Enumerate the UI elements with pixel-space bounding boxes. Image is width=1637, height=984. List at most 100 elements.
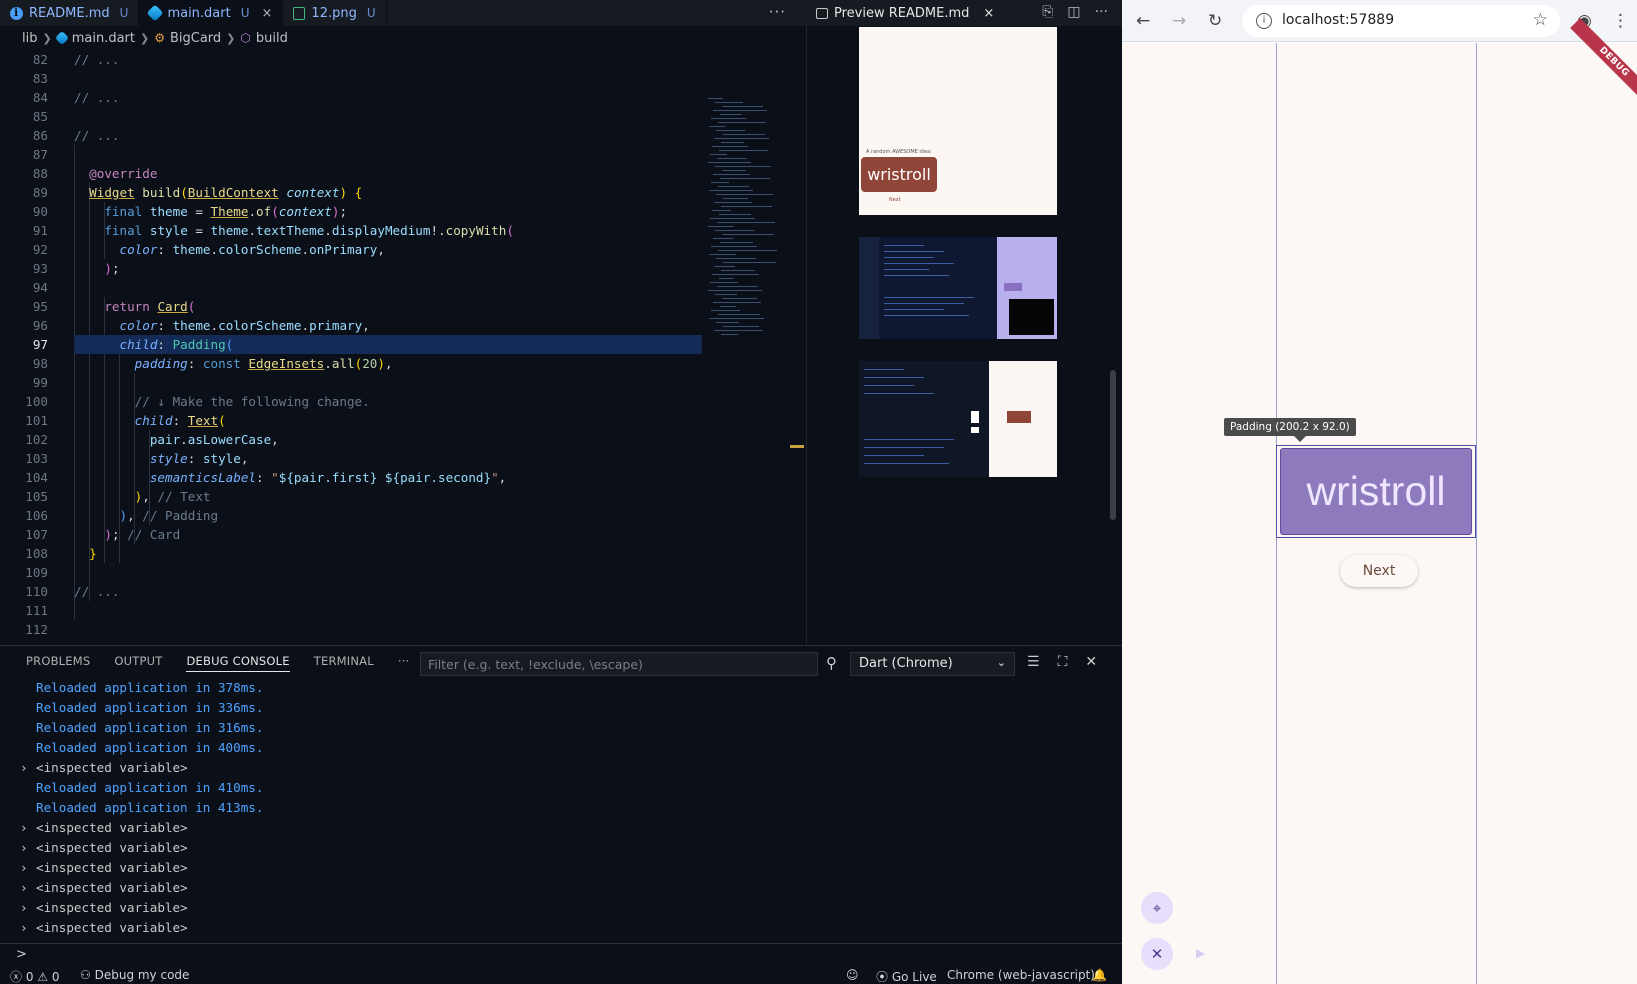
line-number: 92	[32, 242, 48, 257]
breadcrumb-item[interactable]: main.dart	[72, 31, 135, 46]
debug-console-output[interactable]: Reloaded application in 378ms. Reloaded a…	[20, 678, 1100, 938]
minimap-line	[711, 246, 757, 247]
tab-output[interactable]: OUTPUT	[114, 654, 162, 672]
chevron-right-icon[interactable]: ›	[20, 818, 36, 838]
minimap-line	[723, 198, 748, 199]
minimap-line	[715, 102, 743, 103]
chevron-right-icon[interactable]: ›	[20, 838, 36, 858]
divider	[0, 943, 1122, 944]
forward-icon[interactable]: →	[1172, 11, 1186, 31]
chevron-right-icon[interactable]: ›	[20, 918, 36, 938]
breadcrumb-item[interactable]: BigCard	[170, 31, 221, 46]
tab-debug-console[interactable]: DEBUG CONSOLE	[186, 654, 290, 672]
problems-status[interactable]: ⓧ 0 ⚠ 0	[10, 968, 60, 984]
line-number: 103	[25, 451, 48, 466]
more-actions-icon[interactable]: ···	[769, 3, 786, 21]
line-number: 111	[25, 603, 48, 618]
close-panel-icon[interactable]: ✕	[1085, 654, 1097, 670]
reload-icon[interactable]: ↻	[1208, 11, 1222, 31]
close-icon[interactable]: ✕	[1141, 938, 1173, 970]
chevron-right-icon[interactable]: ›	[20, 858, 36, 878]
console-variable-label: <inspected variable>	[36, 880, 188, 895]
console-variable[interactable]: › <inspected variable>	[20, 878, 1100, 898]
chevron-right-icon[interactable]: ›	[20, 758, 36, 778]
go-live-status[interactable]: ⦿ Go Live	[876, 968, 937, 984]
markdown-preview[interactable]: A random AWESOME idea: wristroll Next	[806, 26, 1122, 645]
big-card[interactable]: wristroll	[1280, 448, 1472, 535]
tab-problems[interactable]: PROBLEMS	[26, 654, 90, 672]
code-line: color: theme.colorScheme.primary,	[119, 318, 370, 333]
more-actions-icon[interactable]: ···	[1095, 4, 1108, 20]
line-number: 104	[25, 470, 48, 485]
console-variable[interactable]: › <inspected variable>	[20, 858, 1100, 878]
breadcrumb-item[interactable]: lib	[22, 31, 37, 46]
chevron-right-icon: ❯	[226, 31, 236, 45]
line-number: 91	[32, 223, 48, 238]
target-device-status[interactable]: Chrome (web-javascript)	[947, 968, 1095, 982]
console-prompt[interactable]: >	[16, 947, 27, 962]
line-number: 90	[32, 204, 48, 219]
debug-session-select[interactable]: Dart (Chrome) ⌄	[850, 652, 1015, 676]
open-source-icon[interactable]: ⎘	[1042, 4, 1053, 20]
code-line: // ...	[74, 52, 120, 67]
console-variable[interactable]: › <inspected variable>	[20, 838, 1100, 858]
tab-terminal[interactable]: TERMINAL	[314, 654, 374, 672]
minimap-line	[721, 270, 755, 271]
maximize-panel-icon[interactable]: ⛶	[1058, 654, 1068, 670]
minimap-line	[720, 114, 742, 115]
console-variable[interactable]: › <inspected variable>	[20, 918, 1100, 938]
minimap-line	[723, 326, 759, 327]
tab-readme[interactable]: README.md U	[0, 0, 140, 26]
console-variable[interactable]: › <inspected variable>	[20, 898, 1100, 918]
minimap-line	[709, 126, 725, 127]
expand-arrow-icon[interactable]: ▶	[1196, 946, 1205, 960]
browser-menu-icon[interactable]: ⋮	[1612, 11, 1629, 31]
preview-tab[interactable]: Preview README.md × ⎘ ◫ ···	[806, 0, 1122, 26]
more-actions-icon[interactable]: ···	[398, 654, 410, 672]
minimap-line	[708, 290, 762, 291]
line-number: 109	[25, 565, 48, 580]
back-icon[interactable]: ←	[1136, 11, 1150, 31]
address-bar[interactable]: i localhost:57889 ☆	[1242, 5, 1560, 37]
minimap-line	[711, 182, 729, 183]
preview-image-screenshot	[859, 361, 1057, 477]
line-number: 105	[25, 489, 48, 504]
minimap[interactable]	[708, 98, 792, 348]
debug-session-label: Dart (Chrome)	[859, 656, 953, 671]
chevron-down-icon: ⌄	[996, 656, 1006, 669]
site-info-icon[interactable]: i	[1256, 13, 1272, 29]
breadcrumb-item[interactable]: build	[256, 31, 288, 46]
code-editor[interactable]: 82 83 84 85 86 87 88 89 90 91 92 93 94 95 96 97 98 99 100 1…	[0, 50, 806, 645]
line-number: 86	[32, 128, 48, 143]
chevron-right-icon[interactable]: ›	[20, 898, 36, 918]
debug-status[interactable]: ⚇ Debug my code	[80, 968, 189, 982]
clear-console-icon[interactable]: ☰	[1027, 654, 1040, 670]
code-line: );	[104, 261, 120, 276]
minimap-line	[715, 294, 737, 295]
close-icon[interactable]: ×	[983, 6, 994, 21]
tab-main-dart[interactable]: main.dart U ×	[139, 0, 284, 26]
split-editor-icon[interactable]: ◫	[1067, 4, 1080, 20]
bookmark-star-icon[interactable]: ☆	[1533, 10, 1548, 30]
notifications-icon[interactable]: 🔔	[1092, 968, 1107, 982]
close-icon[interactable]: ×	[262, 6, 273, 21]
console-variable[interactable]: › <inspected variable>	[20, 758, 1100, 778]
chevron-right-icon[interactable]: ›	[20, 878, 36, 898]
tab-12-png[interactable]: 12.png U	[283, 0, 387, 26]
select-widget-icon[interactable]: ⌖	[1141, 892, 1173, 924]
preview-scrollbar[interactable]	[1110, 370, 1116, 520]
code-line: }	[89, 546, 97, 561]
console-variable[interactable]: › <inspected variable>	[20, 818, 1100, 838]
copilot-icon[interactable]: ☺	[846, 968, 859, 982]
next-button[interactable]: Next	[1340, 555, 1418, 587]
line-number: 100	[25, 394, 48, 409]
code-line: // ...	[74, 128, 120, 143]
line-number: 89	[32, 185, 48, 200]
minimap-line	[722, 106, 763, 107]
minimap-line	[718, 314, 760, 315]
console-filter-input[interactable]: Filter (e.g. text, !exclude, \escape)	[420, 652, 818, 676]
code-lines[interactable]: // ... // ... // ... @override Widget bu…	[74, 50, 702, 639]
